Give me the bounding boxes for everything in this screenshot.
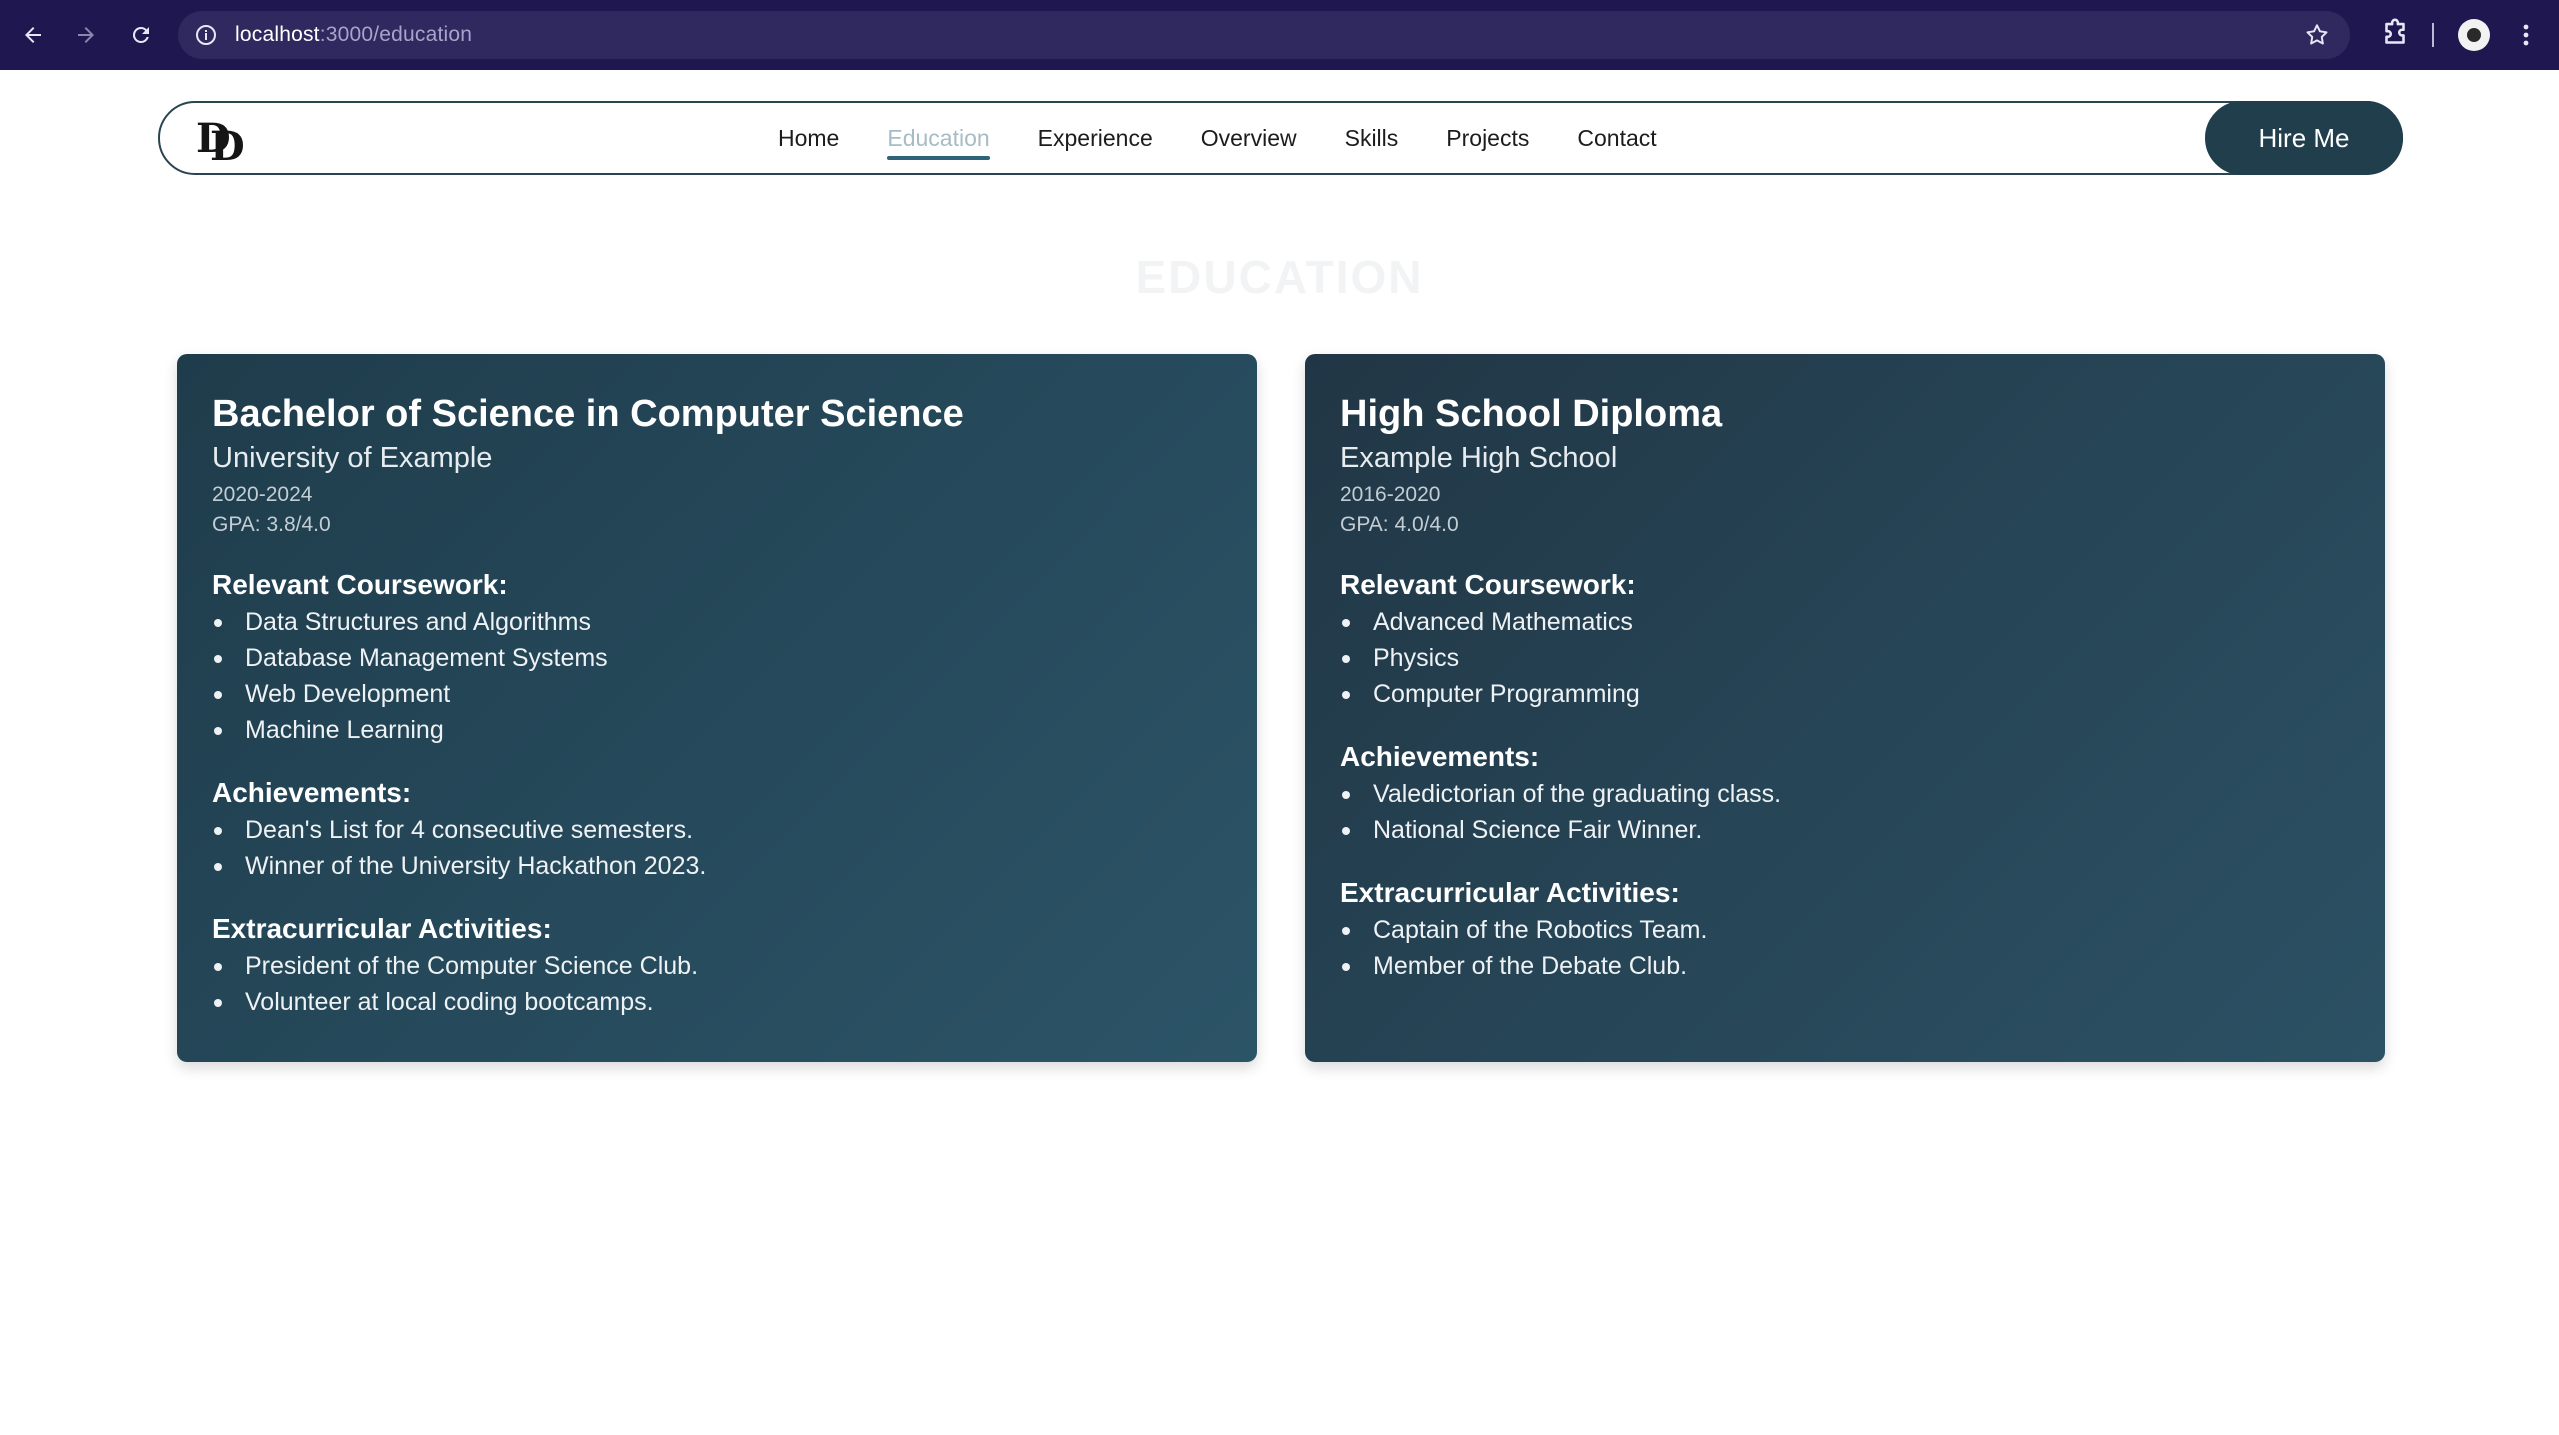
- section-title: EDUCATION: [1135, 251, 1424, 303]
- list-item: Captain of the Robotics Team.: [1340, 912, 2350, 948]
- nav-link-projects[interactable]: Projects: [1446, 124, 1529, 152]
- list-item: Machine Learning: [212, 712, 1222, 748]
- degree-title: Bachelor of Science in Computer Science: [212, 393, 964, 435]
- list-item: Database Management Systems: [212, 640, 1222, 676]
- site-info-icon[interactable]: [194, 23, 218, 47]
- bookmark-star-icon[interactable]: [2304, 22, 2330, 48]
- list-item: Member of the Debate Club.: [1340, 948, 2350, 984]
- activities-list: President of the Computer Science Club. …: [212, 948, 1222, 1020]
- url-text: localhost:3000/education: [235, 23, 472, 47]
- study-years: 2016-2020: [1340, 483, 1441, 506]
- profile-avatar[interactable]: [2458, 19, 2490, 51]
- nav-link-experience[interactable]: Experience: [1038, 124, 1153, 152]
- achievements-heading: Achievements:: [212, 777, 412, 808]
- gpa: GPA: 3.8/4.0: [212, 513, 331, 536]
- degree-title: High School Diploma: [1340, 393, 1723, 435]
- forward-arrow-icon[interactable]: [68, 17, 104, 53]
- logo-letter-2: D: [210, 123, 245, 170]
- reload-icon[interactable]: [123, 17, 159, 53]
- extensions-puzzle-icon[interactable]: [2378, 17, 2412, 51]
- list-item: Winner of the University Hackathon 2023.: [212, 848, 1222, 884]
- nav-link-skills[interactable]: Skills: [1345, 124, 1399, 152]
- school-name: Example High School: [1340, 442, 1618, 474]
- kebab-menu-icon[interactable]: [2514, 17, 2538, 53]
- nav-link-overview[interactable]: Overview: [1201, 124, 1297, 152]
- list-item: Dean's List for 4 consecutive semesters.: [212, 812, 1222, 848]
- coursework-heading: Relevant Coursework:: [1340, 569, 1636, 600]
- back-arrow-icon[interactable]: [15, 17, 51, 53]
- hire-me-button[interactable]: Hire Me: [2205, 101, 2403, 175]
- achievements-list: Dean's List for 4 consecutive semesters.…: [212, 812, 1222, 884]
- school-name: University of Example: [212, 442, 493, 474]
- nav-links: Home Education Experience Overview Skill…: [778, 103, 1705, 173]
- site-navbar: D D Home Education Experience Overview S…: [158, 101, 2403, 175]
- list-item: Advanced Mathematics: [1340, 604, 2350, 640]
- list-item: National Science Fair Winner.: [1340, 812, 2350, 848]
- list-item: Web Development: [212, 676, 1222, 712]
- avatar-dot: [2467, 28, 2481, 42]
- achievements-heading: Achievements:: [1340, 741, 1540, 772]
- url-path: :3000/education: [319, 23, 473, 46]
- education-card: Bachelor of Science in Computer Science …: [177, 354, 1257, 1062]
- list-item: Physics: [1340, 640, 2350, 676]
- list-item: President of the Computer Science Club.: [212, 948, 1222, 984]
- site-logo[interactable]: D D: [196, 115, 245, 170]
- coursework-list: Advanced Mathematics Physics Computer Pr…: [1340, 604, 2350, 712]
- education-card: High School Diploma Example High School …: [1305, 354, 2385, 1062]
- activities-list: Captain of the Robotics Team. Member of …: [1340, 912, 2350, 984]
- nav-link-home[interactable]: Home: [778, 124, 839, 152]
- coursework-list: Data Structures and Algorithms Database …: [212, 604, 1222, 748]
- nav-link-education[interactable]: Education: [887, 124, 990, 160]
- address-bar[interactable]: localhost:3000/education: [178, 11, 2350, 59]
- nav-link-contact[interactable]: Contact: [1577, 124, 1656, 152]
- list-item: Valedictorian of the graduating class.: [1340, 776, 2350, 812]
- coursework-heading: Relevant Coursework:: [212, 569, 508, 600]
- list-item: Computer Programming: [1340, 676, 2350, 712]
- list-item: Data Structures and Algorithms: [212, 604, 1222, 640]
- list-item: Volunteer at local coding bootcamps.: [212, 984, 1222, 1020]
- activities-heading: Extracurricular Activities:: [212, 913, 552, 944]
- achievements-list: Valedictorian of the graduating class. N…: [1340, 776, 2350, 848]
- toolbar-divider: [2432, 23, 2434, 47]
- url-host: localhost: [235, 23, 320, 46]
- browser-toolbar: localhost:3000/education: [0, 0, 2559, 70]
- gpa: GPA: 4.0/4.0: [1340, 513, 1459, 536]
- activities-heading: Extracurricular Activities:: [1340, 877, 1680, 908]
- study-years: 2020-2024: [212, 483, 313, 506]
